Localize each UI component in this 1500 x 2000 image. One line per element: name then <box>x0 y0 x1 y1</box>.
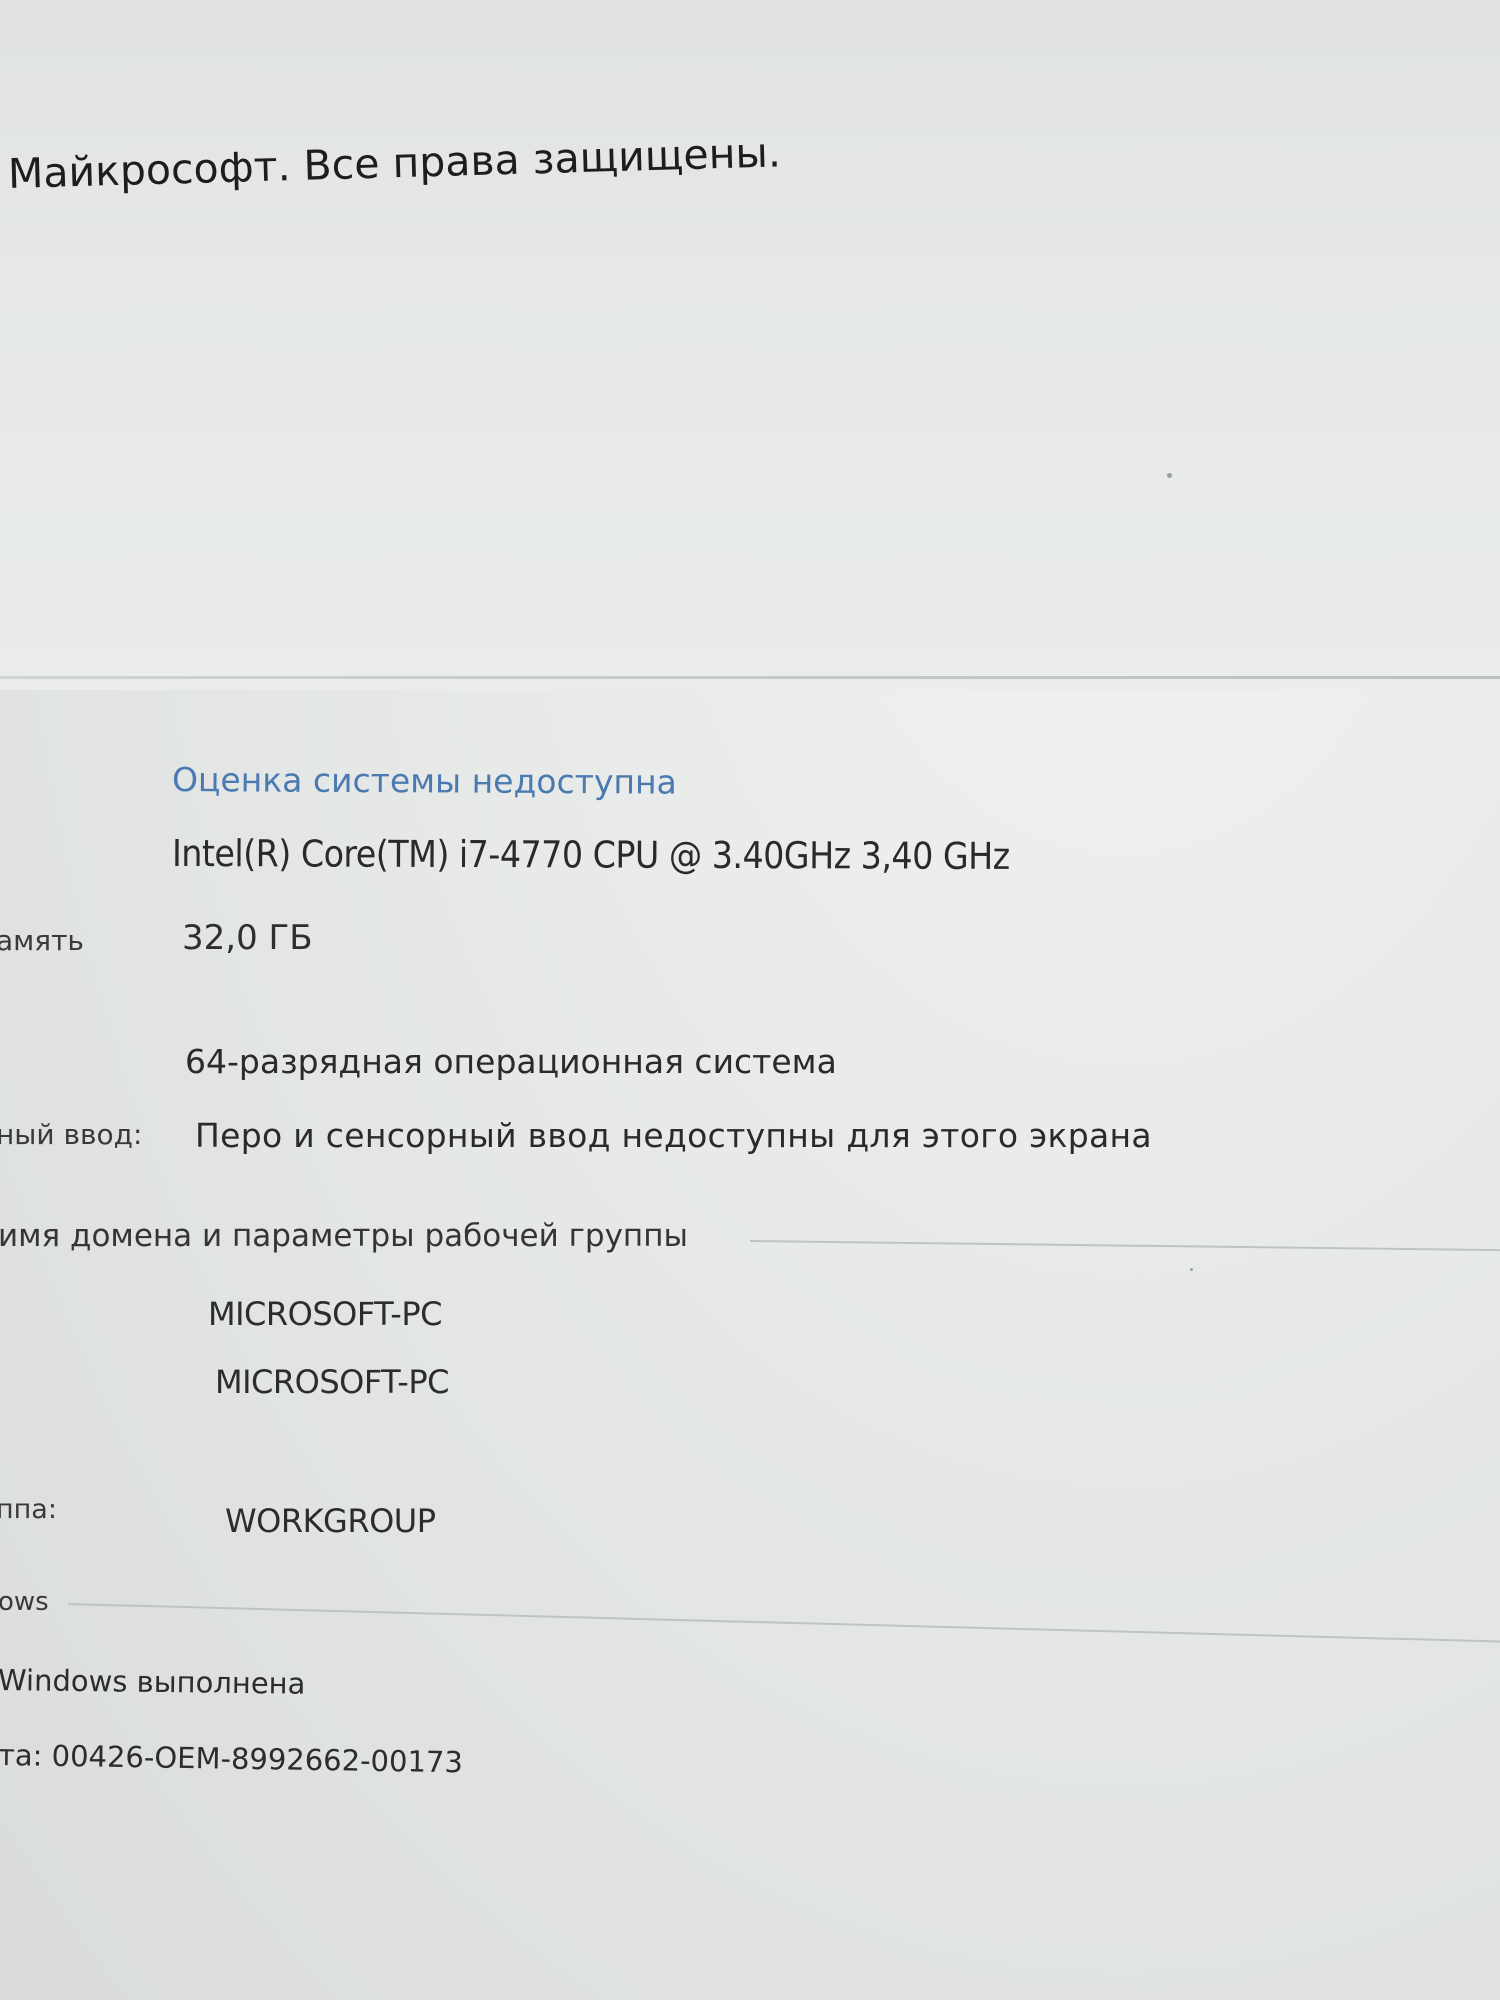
memory-value: 32,0 ГБ <box>182 918 313 958</box>
activation-status: Windows выполнена <box>0 1663 306 1701</box>
system-type-value: 64-разрядная операционная система <box>185 1042 837 1081</box>
workgroup-value: WORKGROUP <box>225 1502 436 1540</box>
computer-name-value: MICROSOFT-PC <box>208 1295 442 1333</box>
system-properties-window: Майкрософт. Все права защищены. Оценка с… <box>0 0 1500 2000</box>
screen-speck <box>1167 473 1172 478</box>
header-divider <box>0 676 1500 679</box>
full-computer-name-value: MICROSOFT-PC <box>215 1363 449 1401</box>
domain-section-header: имя домена и параметры рабочей группы <box>0 1218 688 1254</box>
product-id: та: 00426-OEM-8992662-00173 <box>0 1738 464 1780</box>
header-panel <box>0 0 1500 690</box>
processor-value: Intel(R) Core(TM) i7-4770 CPU @ 3.40GHz … <box>171 832 1010 878</box>
activation-section-header: ows <box>0 1587 49 1617</box>
screen-speck <box>1190 1268 1193 1271</box>
pen-touch-value: Перо и сенсорный ввод недоступны для это… <box>195 1116 1152 1155</box>
pen-touch-label: ный ввод: <box>0 1118 143 1151</box>
domain-section-divider <box>749 1240 1500 1252</box>
system-rating-link[interactable]: Оценка системы недоступна <box>172 760 677 802</box>
memory-label: амять <box>0 924 84 957</box>
activation-section-divider <box>67 1603 1500 1643</box>
workgroup-label: ппа: <box>0 1494 57 1525</box>
